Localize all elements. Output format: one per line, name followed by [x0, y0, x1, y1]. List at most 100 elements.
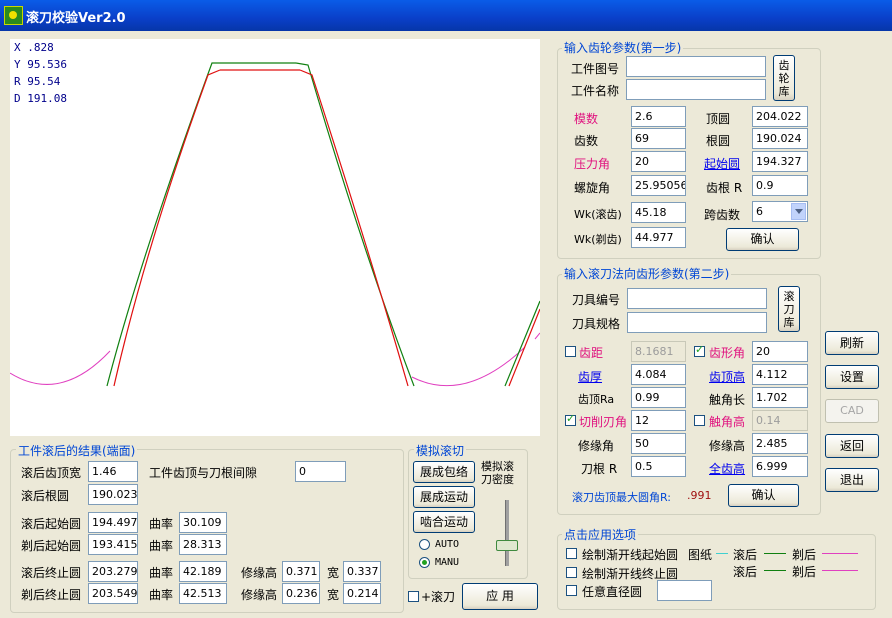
- end-circle-checkbox[interactable]: [566, 567, 577, 578]
- hob-root-r-input[interactable]: 0.5: [631, 456, 686, 477]
- part-no-input[interactable]: [626, 56, 766, 77]
- shave-start-value: 193.415: [88, 534, 138, 555]
- manu-label: MANU: [435, 557, 460, 568]
- profile-angle-input[interactable]: 20: [752, 341, 808, 362]
- tip-height-input[interactable]: 4.112: [752, 364, 808, 385]
- apply-button[interactable]: 应 用: [462, 583, 538, 610]
- mod-angle-label: 修缘角: [578, 439, 615, 453]
- hob-end-width-label: 宽: [327, 566, 340, 580]
- shave-start-label: 剃后起始圆: [21, 539, 82, 553]
- start-circle-checkbox[interactable]: [566, 548, 577, 559]
- teeth-label: 齿数: [574, 134, 599, 148]
- helix-angle-label: 螺旋角: [574, 181, 611, 195]
- exit-button[interactable]: 退出: [825, 468, 879, 492]
- auto-radio[interactable]: [419, 539, 430, 550]
- gear-root-r-input[interactable]: 0.9: [752, 175, 808, 196]
- hob-start-curv-value: 30.109: [179, 512, 227, 533]
- thickness-link[interactable]: 齿厚: [578, 368, 602, 385]
- touch-len-label: 触角长: [709, 393, 746, 407]
- manu-radio[interactable]: [419, 557, 430, 568]
- wk-hob-input[interactable]: 45.18: [631, 202, 686, 223]
- module-input[interactable]: 2.6: [631, 106, 686, 127]
- red-tooth-left-flank: [113, 69, 221, 387]
- mod-height-label: 修缘高: [709, 439, 746, 453]
- wk-shave-input[interactable]: 44.977: [631, 227, 686, 248]
- hob-library-button[interactable]: 滚刀库: [778, 286, 800, 332]
- start-circle-link[interactable]: 起始圆: [704, 155, 740, 172]
- cut-angle-input[interactable]: 12: [631, 410, 686, 431]
- tool-no-input[interactable]: [627, 288, 767, 309]
- gear-profile-plot: [10, 62, 540, 387]
- span-label: 跨齿数: [704, 208, 741, 222]
- mesh-button[interactable]: 啮合运动: [413, 511, 475, 533]
- tip-height-link[interactable]: 齿顶高: [709, 368, 745, 385]
- full-height-input[interactable]: 6.999: [752, 456, 808, 477]
- wk-hob-label: Wk(滚齿): [574, 208, 622, 221]
- gear-library-button[interactable]: 齿轮库: [773, 55, 795, 101]
- hob-confirm-button[interactable]: 确认: [728, 484, 799, 507]
- hob-start-curv-label: 曲率: [149, 517, 174, 531]
- pressure-angle-input[interactable]: 20: [631, 151, 686, 172]
- shave-end-value: 203.549: [88, 583, 138, 604]
- mod-angle-input[interactable]: 50: [631, 433, 686, 454]
- legend-shave-swatch-2: [822, 570, 858, 571]
- root-circle-input[interactable]: 190.024: [752, 128, 808, 149]
- settings-button[interactable]: 设置: [825, 365, 879, 389]
- drawing-canvas[interactable]: X .828 Y 95.536 R 95.54 D 191.08: [10, 39, 540, 436]
- legend-shave-label-1: 剃后: [792, 548, 817, 562]
- shave-end-curv-value: 42.513: [179, 583, 227, 604]
- motion-button[interactable]: 展成运动: [413, 486, 475, 508]
- max-fillet-value: .991: [687, 489, 712, 502]
- refresh-button[interactable]: 刷新: [825, 331, 879, 355]
- hob-checkbox[interactable]: [408, 591, 419, 602]
- touch-len-input[interactable]: 1.702: [752, 387, 808, 408]
- tip-ra-input[interactable]: 0.99: [631, 387, 686, 408]
- part-name-label: 工件名称: [571, 84, 620, 98]
- touch-height-input[interactable]: 0.14: [752, 410, 808, 431]
- density-label: 模拟滚刀密度: [481, 460, 514, 486]
- any-circle-option: 任意直径圆: [582, 585, 643, 599]
- pitch-input[interactable]: 8.1681: [631, 341, 686, 362]
- tip-circle-input[interactable]: 204.022: [752, 106, 808, 127]
- start-circle-option: 绘制渐开线起始圆: [582, 548, 679, 562]
- pressure-angle-label: 压力角: [574, 157, 611, 171]
- touch-height-checkbox[interactable]: [694, 415, 705, 426]
- part-no-label: 工件图号: [571, 62, 620, 76]
- cut-angle-label: 切削刃角: [579, 415, 628, 429]
- shave-end-curv-label: 曲率: [149, 588, 174, 602]
- green-next-tooth-flank: [504, 300, 540, 387]
- any-circle-input[interactable]: [657, 580, 712, 601]
- span-value: 6: [756, 205, 763, 218]
- shave-start-curv-value: 28.313: [179, 534, 227, 555]
- tool-spec-input[interactable]: [627, 312, 767, 333]
- wk-shave-label: Wk(剃齿): [574, 233, 622, 246]
- pitch-checkbox[interactable]: [565, 346, 576, 357]
- shave-end-mod-label: 修缘高: [241, 588, 278, 602]
- back-button[interactable]: 返回: [825, 434, 879, 458]
- hob-params-title: 输入滚刀法向齿形参数(第二步): [562, 265, 732, 282]
- results-title: 工件滚后的结果(端面): [16, 442, 138, 459]
- mod-height-input[interactable]: 2.485: [752, 433, 808, 454]
- any-circle-checkbox[interactable]: [566, 585, 577, 596]
- thickness-input[interactable]: 4.084: [631, 364, 686, 385]
- gear-confirm-button[interactable]: 确认: [726, 228, 799, 251]
- start-circle-input[interactable]: 194.327: [752, 151, 808, 172]
- helix-angle-input[interactable]: 25.95056: [631, 175, 686, 196]
- full-height-link[interactable]: 全齿高: [709, 460, 745, 477]
- simulate-title: 模拟滚切: [414, 442, 467, 459]
- hob-end-label: 滚后终止圆: [21, 566, 82, 580]
- pink-root-fillet-left: [10, 350, 111, 385]
- part-name-input[interactable]: [626, 79, 766, 100]
- span-select[interactable]: 6: [752, 201, 808, 222]
- tip-circle-label: 顶圆: [706, 112, 731, 126]
- red-next-tooth-flank: [508, 308, 540, 387]
- profile-angle-checkbox[interactable]: [694, 343, 705, 357]
- density-slider-thumb[interactable]: [496, 539, 518, 551]
- chevron-down-icon[interactable]: [791, 203, 806, 220]
- teeth-input[interactable]: 69: [631, 128, 686, 149]
- envelope-button[interactable]: 展成包络: [413, 461, 475, 483]
- cut-angle-checkbox[interactable]: [565, 412, 576, 426]
- density-slider-track[interactable]: [505, 500, 509, 566]
- cad-button[interactable]: CAD: [825, 399, 879, 423]
- title-bar: 滚刀校验Ver2.0: [0, 0, 892, 31]
